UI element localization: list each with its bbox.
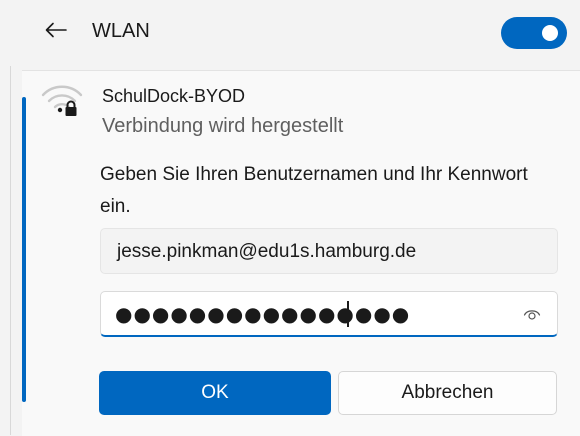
username-field[interactable]: jesse.pinkman@edu1s.hamburg.de (100, 228, 558, 274)
text-caret (347, 301, 349, 327)
network-name: SchulDock-BYOD (102, 86, 246, 106)
password-field[interactable]: ●●●●●●●●●●●●●●●● (100, 291, 558, 337)
secured-wifi-icon (40, 80, 86, 120)
selection-indicator (22, 97, 26, 402)
wlan-toggle[interactable] (501, 17, 567, 49)
back-button[interactable] (40, 16, 72, 48)
password-value: ●●●●●●●●●●●●●●●● (115, 302, 411, 326)
credentials-prompt: Geben Sie Ihren Benutzernamen und Ihr Ke… (100, 164, 528, 217)
ok-button[interactable]: OK (99, 371, 331, 415)
cancel-button[interactable]: Abbrechen (338, 371, 557, 415)
eye-icon[interactable] (523, 306, 541, 322)
page-title: WLAN (92, 20, 150, 42)
connection-status: Verbindung wird hergestellt (102, 115, 344, 137)
wlan-header: WLAN (0, 0, 580, 66)
toggle-knob (542, 25, 558, 41)
arrow-left-icon (45, 22, 67, 43)
username-value: jesse.pinkman@edu1s.hamburg.de (117, 241, 417, 262)
